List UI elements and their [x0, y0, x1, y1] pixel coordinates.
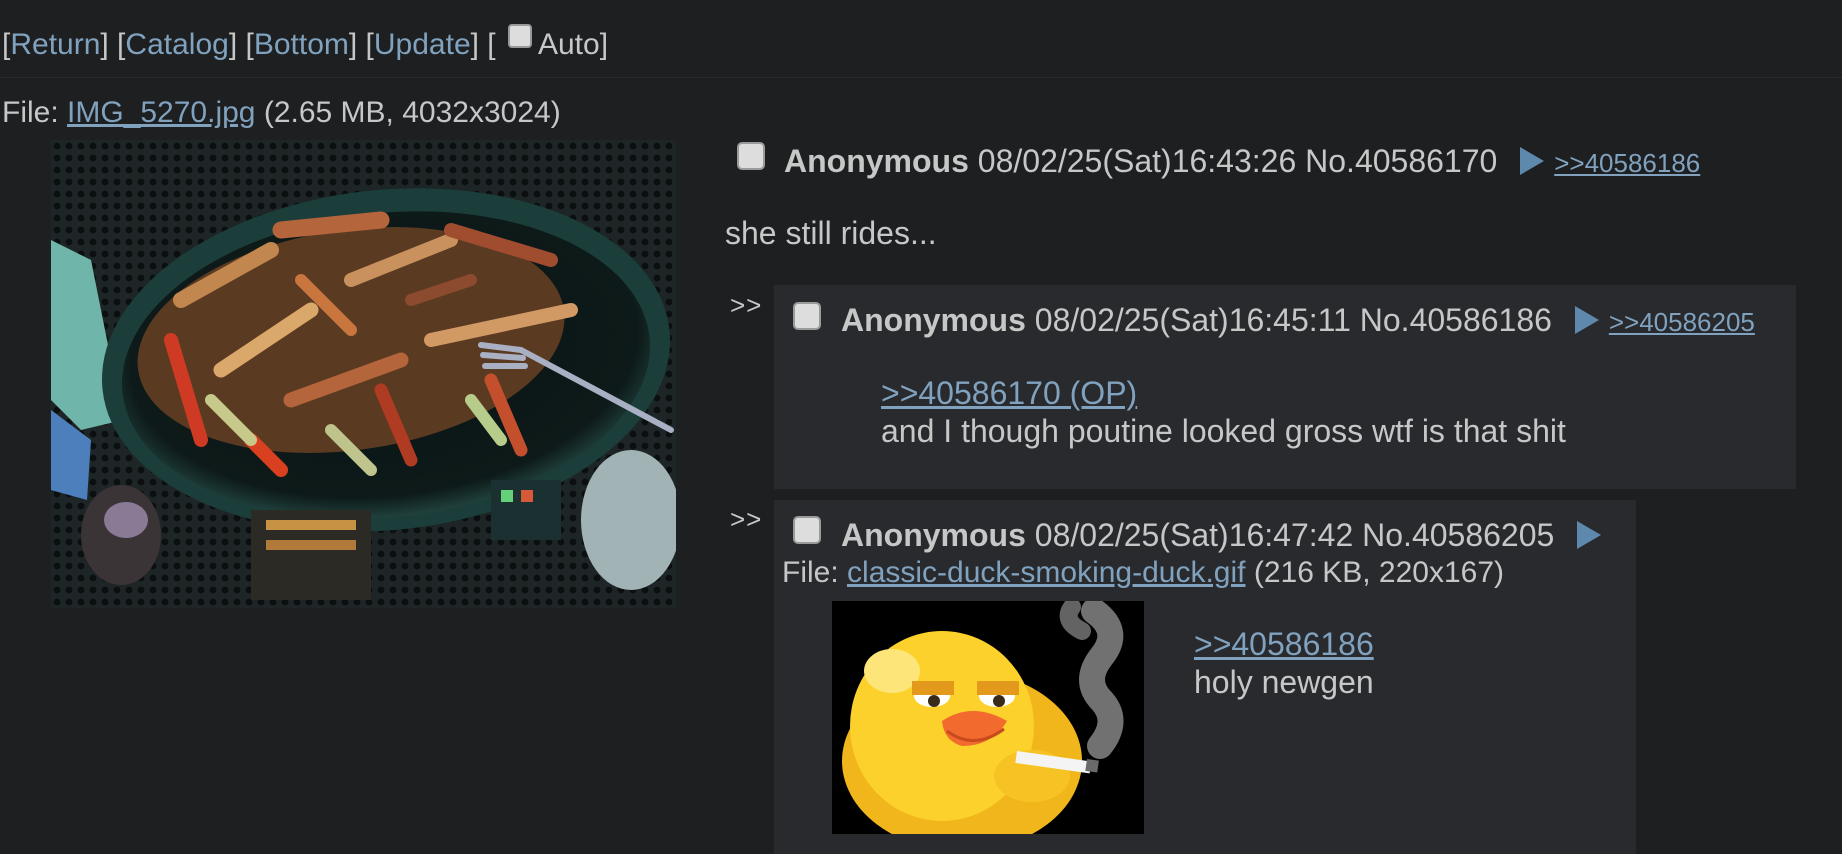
post-datetime: 08/02/25(Sat)16:43:26 [977, 143, 1297, 179]
poster-name: Anonymous [841, 302, 1026, 338]
bottom-link[interactable]: Bottom [254, 28, 349, 61]
quote-link[interactable]: >>40586186 [1194, 626, 1374, 662]
quote-link[interactable]: >>40586170 (OP) [881, 375, 1137, 411]
bracket: ] [ [470, 28, 504, 61]
backlink[interactable]: >>40586205 [1609, 307, 1755, 337]
reply-file-meta: (216 KB, 220x167) [1253, 556, 1504, 589]
poster-name: Anonymous [784, 143, 969, 179]
thread-nav-bar: [Return] [Catalog] [Bottom] [Update] [ A… [0, 0, 1842, 78]
op-file-info: File: IMG_5270.jpg (2.65 MB, 4032x3024) [2, 97, 561, 129]
reply-message: >>40586186 holy newgen [1194, 625, 1374, 701]
op-post-info: Anonymous 08/02/25(Sat)16:43:26 No.40586… [784, 144, 1700, 180]
reply-text: holy newgen [1194, 664, 1374, 700]
op-file-meta: (2.65 MB, 4032x3024) [263, 96, 561, 129]
post-datetime: 08/02/25(Sat)16:47:42 [1034, 517, 1354, 553]
reply-image-thumbnail[interactable] [832, 601, 1144, 834]
post-number[interactable]: No.40586170 [1305, 143, 1497, 179]
post-number[interactable]: No.40586186 [1360, 302, 1552, 338]
food-plate-image [51, 140, 676, 608]
poster-name: Anonymous [841, 517, 1026, 553]
reply-select-checkbox[interactable] [793, 516, 821, 544]
post-menu-arrow-icon[interactable] [1577, 521, 1602, 549]
post-menu-arrow-icon[interactable] [1520, 147, 1545, 175]
op-message: she still rides... [725, 215, 937, 251]
op-select-checkbox[interactable] [737, 142, 765, 170]
bracket: ] [ [100, 28, 126, 61]
reply-file-link[interactable]: classic-duck-smoking-duck.gif [847, 556, 1245, 589]
backlink[interactable]: >>40586186 [1554, 148, 1700, 178]
catalog-link[interactable]: Catalog [125, 28, 228, 61]
op-image-thumbnail[interactable] [51, 140, 676, 608]
return-link[interactable]: Return [10, 28, 100, 61]
reply-message: >>40586170 (OP) and I though poutine loo… [881, 374, 1566, 450]
smoking-duck-image [832, 601, 1144, 834]
post-menu-arrow-icon[interactable] [1574, 306, 1599, 334]
post-number[interactable]: No.40586205 [1362, 517, 1554, 553]
file-prefix: File: [2, 96, 59, 129]
reply-text: and I though poutine looked gross wtf is… [881, 413, 1566, 449]
update-link[interactable]: Update [374, 28, 471, 61]
reply-side-arrows: >> [730, 290, 763, 320]
reply-post-info: Anonymous 08/02/25(Sat)16:45:11 No.40586… [841, 303, 1755, 339]
reply-select-checkbox[interactable] [793, 302, 821, 330]
auto-update-checkbox[interactable] [507, 24, 532, 48]
reply-post-info: Anonymous 08/02/25(Sat)16:47:42 No.40586… [841, 518, 1611, 552]
bracket: ] [ [228, 28, 254, 61]
reply-side-arrows: >> [730, 504, 763, 534]
file-prefix: File: [782, 556, 839, 589]
bracket: ] [ [348, 28, 374, 61]
reply-file-info: File: classic-duck-smoking-duck.gif (216… [782, 557, 1504, 589]
post-datetime: 08/02/25(Sat)16:45:11 [1034, 302, 1351, 338]
op-file-link[interactable]: IMG_5270.jpg [67, 96, 255, 129]
auto-label: Auto [537, 28, 600, 61]
bracket: ] [599, 28, 609, 61]
